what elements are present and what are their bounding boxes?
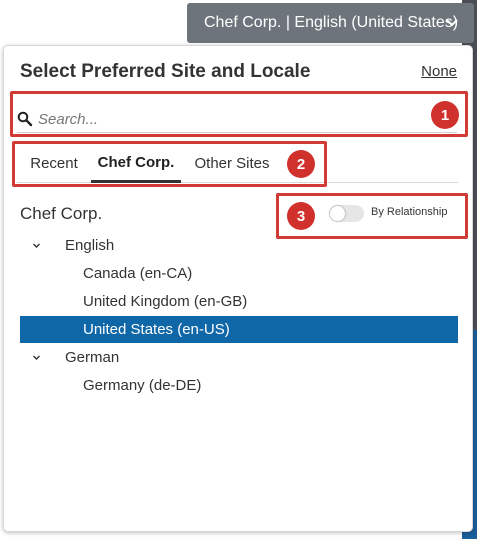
tree-item-label: United States (en-US)	[83, 321, 230, 338]
chevron-down-icon[interactable]	[32, 353, 41, 362]
site-locale-label: Chef Corp. | English (United States)	[204, 14, 459, 31]
tree-item-label: Canada (en-CA)	[83, 265, 193, 282]
site-name-heading: Chef Corp.	[20, 204, 103, 223]
tree-item-en-gb[interactable]: United Kingdom (en-GB)	[20, 288, 458, 315]
tree-item-label: English	[65, 237, 115, 254]
tree-group-german[interactable]: German	[20, 344, 458, 371]
tab-label: Other Sites	[194, 155, 270, 172]
annotation-badge-1: 1	[431, 101, 459, 129]
search-icon	[17, 111, 33, 127]
tree-item-label: United Kingdom (en-GB)	[83, 293, 248, 310]
toggle-knob	[330, 206, 345, 221]
by-relationship-label: By Relationship	[371, 206, 448, 218]
search-field	[17, 106, 457, 133]
tab-recent[interactable]: Recent	[17, 144, 91, 183]
tree-item-label: Germany (de-DE)	[83, 377, 202, 394]
tab-other-sites[interactable]: Other Sites	[189, 144, 275, 183]
tree-item-de-de[interactable]: Germany (de-DE)	[20, 372, 458, 399]
panel-title: Select Preferred Site and Locale	[20, 61, 311, 82]
chevron-down-icon[interactable]	[32, 241, 41, 250]
tab-bar: Recent Chef Corp. Other Sites	[17, 144, 458, 183]
annotation-badge-3: 3	[287, 202, 315, 230]
tab-label: Chef Corp.	[97, 153, 175, 171]
by-relationship-toggle[interactable]	[329, 205, 364, 222]
annotation-badge-2: 2	[287, 150, 315, 178]
chevron-down-icon	[446, 19, 458, 27]
search-input[interactable]	[38, 107, 428, 131]
tab-label: Recent	[30, 155, 78, 172]
tree-item-label: German	[65, 349, 120, 366]
tree-item-en-us[interactable]: United States (en-US)	[20, 316, 458, 343]
none-link[interactable]: None	[421, 63, 457, 80]
site-locale-selector[interactable]: Chef Corp. | English (United States)	[187, 3, 474, 43]
tree-group-english[interactable]: English	[20, 232, 458, 259]
tree-item-en-ca[interactable]: Canada (en-CA)	[20, 260, 458, 287]
tab-chef-corp[interactable]: Chef Corp.	[91, 144, 181, 183]
site-locale-panel: Select Preferred Site and Locale None Re…	[3, 45, 473, 532]
